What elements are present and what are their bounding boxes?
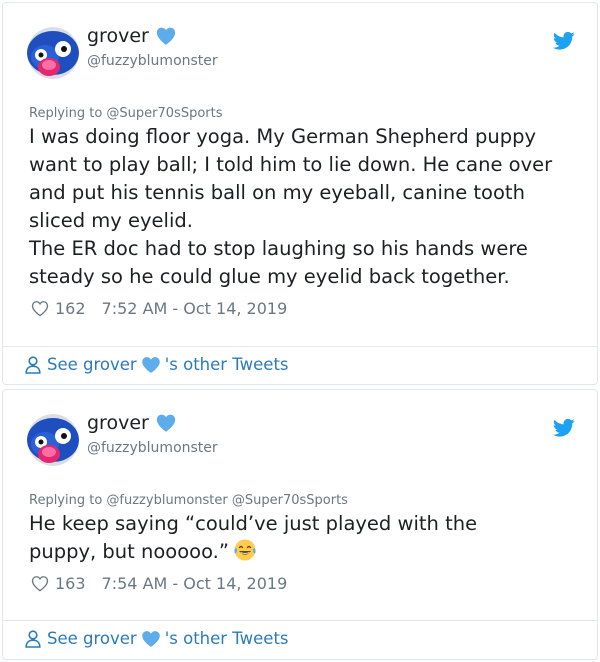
author-handle[interactable]: @fuzzyblumonster: [87, 440, 218, 456]
footer-suffix[interactable]: 's other Tweets: [165, 355, 289, 374]
tweet-meta: 162 7:52 AM - Oct 14, 2019: [31, 299, 287, 318]
author-name[interactable]: grover: [87, 25, 149, 47]
author-name-row[interactable]: grover: [87, 412, 177, 434]
author-handle[interactable]: @fuzzyblumonster: [87, 53, 218, 69]
tears-of-joy-emoji: [234, 539, 256, 561]
grover-avatar-image: [27, 27, 79, 79]
divider: [3, 620, 597, 621]
tweet-timestamp[interactable]: 7:52 AM - Oct 14, 2019: [102, 299, 288, 318]
tweet-card: grover @fuzzyblumonster Replying to @Sup…: [2, 2, 598, 385]
tweet-text: I was doing floor yoga. My German Shephe…: [29, 125, 553, 288]
author-name[interactable]: grover: [87, 412, 149, 434]
person-icon: [25, 629, 41, 648]
see-other-tweets-link[interactable]: See grover 's other Tweets: [25, 355, 289, 374]
blue-heart-icon: [141, 631, 160, 647]
heart-outline-icon[interactable]: [31, 300, 49, 317]
grover-avatar-image: [27, 414, 79, 466]
replying-to[interactable]: Replying to @Super70sSports: [29, 106, 223, 121]
tweet-meta: 163 7:54 AM - Oct 14, 2019: [31, 574, 287, 593]
author-name-row[interactable]: grover: [87, 25, 177, 47]
blue-heart-icon: [156, 27, 175, 45]
avatar[interactable]: [27, 27, 79, 79]
twitter-bird-icon[interactable]: [553, 31, 575, 51]
footer-prefix[interactable]: See grover: [47, 355, 137, 374]
blue-heart-icon: [141, 357, 160, 373]
person-icon: [25, 355, 41, 374]
like-count[interactable]: 163: [55, 574, 86, 593]
see-other-tweets-link[interactable]: See grover 's other Tweets: [25, 629, 289, 648]
footer-prefix[interactable]: See grover: [47, 629, 137, 648]
blue-heart-icon: [156, 414, 175, 432]
tweet-card: grover @fuzzyblumonster Replying to @fuz…: [2, 389, 598, 660]
footer-suffix[interactable]: 's other Tweets: [165, 629, 289, 648]
replying-to[interactable]: Replying to @fuzzyblumonster @Super70sSp…: [29, 493, 348, 508]
tweet-text-row: He keep saying “could’ve just played wit…: [29, 510, 529, 566]
avatar[interactable]: [27, 414, 79, 466]
twitter-bird-icon[interactable]: [553, 418, 575, 438]
divider: [3, 346, 597, 347]
tweet-timestamp[interactable]: 7:54 AM - Oct 14, 2019: [102, 574, 288, 593]
like-count[interactable]: 162: [55, 299, 86, 318]
heart-outline-icon[interactable]: [31, 575, 49, 592]
